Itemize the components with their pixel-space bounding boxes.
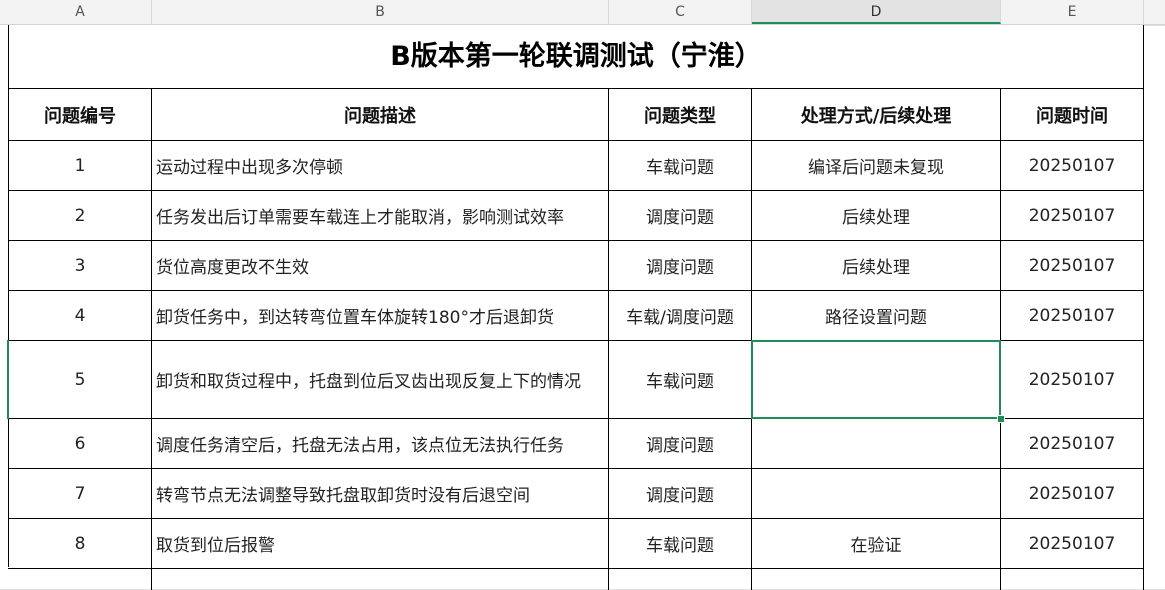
header-issue-description[interactable]: 问题描述	[152, 89, 608, 140]
header-issue-type[interactable]: 问题类型	[609, 89, 751, 140]
cell-type[interactable]: 车载问题	[609, 341, 751, 418]
column-header-a[interactable]: A	[9, 0, 152, 24]
cell-time[interactable]: 20250107	[1001, 191, 1143, 240]
cell-time[interactable]: 20250107	[1001, 341, 1143, 418]
cell-number[interactable]: 8	[9, 519, 151, 568]
cell-description[interactable]: 运动过程中出现多次停顿	[152, 141, 608, 190]
column-header-c[interactable]: C	[609, 0, 752, 24]
fill-handle[interactable]	[997, 415, 1005, 423]
cell-type[interactable]: 车载/调度问题	[609, 291, 751, 340]
cell-description[interactable]: 卸货任务中，到达转弯位置车体旋转180°才后退卸货	[152, 291, 608, 340]
cell-type[interactable]: 调度问题	[609, 191, 751, 240]
cell-handling[interactable]: 在验证	[752, 519, 1000, 568]
cell-number[interactable]: 3	[9, 241, 151, 290]
cell-time[interactable]: 20250107	[1001, 291, 1143, 340]
cell-time[interactable]: 20250107	[1001, 141, 1143, 190]
cell-time[interactable]: 20250107	[1001, 519, 1143, 568]
cell-handling[interactable]: 编译后问题未复现	[752, 141, 1000, 190]
header-issue-number[interactable]: 问题编号	[9, 89, 151, 140]
header-issue-time[interactable]: 问题时间	[1001, 89, 1143, 140]
cell-type[interactable]: 调度问题	[609, 241, 751, 290]
cell-description[interactable]: 转弯节点无法调整导致托盘取卸货时没有后退空间	[152, 469, 608, 518]
cell-description[interactable]: 货位高度更改不生效	[152, 241, 608, 290]
cell-number[interactable]: 5	[9, 341, 151, 418]
cell-description[interactable]: 调度任务清空后，托盘无法占用，该点位无法执行任务	[152, 419, 608, 468]
cell-time[interactable]: 20250107	[1001, 419, 1143, 468]
cell-type[interactable]: 车载问题	[609, 519, 751, 568]
column-header-bar: A B C D E	[0, 0, 1165, 25]
cell-handling[interactable]	[752, 469, 1000, 518]
cell-time[interactable]: 20250107	[1001, 469, 1143, 518]
cell-type[interactable]: 车载问题	[609, 141, 751, 190]
selected-cell-d5[interactable]	[751, 340, 1001, 419]
cell-description[interactable]: 任务发出后订单需要车载连上才能取消，影响测试效率	[152, 191, 608, 240]
cell-number[interactable]: 7	[9, 469, 151, 518]
cell-type[interactable]: 调度问题	[609, 469, 751, 518]
column-header-d[interactable]: D	[752, 0, 1001, 24]
cell-handling[interactable]: 路径设置问题	[752, 291, 1000, 340]
cell-handling[interactable]: 后续处理	[752, 191, 1000, 240]
active-row-marker	[7, 340, 9, 419]
cell-handling[interactable]: 后续处理	[752, 241, 1000, 290]
column-header-b[interactable]: B	[152, 0, 609, 24]
cell-number[interactable]: 2	[9, 191, 151, 240]
cell-handling[interactable]	[752, 419, 1000, 468]
cell-time[interactable]: 20250107	[1001, 241, 1143, 290]
header-handling[interactable]: 处理方式/后续处理	[752, 89, 1000, 140]
cell-number[interactable]: 1	[9, 141, 151, 190]
cell-description[interactable]: 取货到位后报警	[152, 519, 608, 568]
cell-type[interactable]: 调度问题	[609, 419, 751, 468]
cell-number[interactable]: 4	[9, 291, 151, 340]
cell-number[interactable]: 6	[9, 419, 151, 468]
sheet-title[interactable]: B版本第一轮联调测试（宁淮）	[9, 25, 1143, 88]
column-header-e[interactable]: E	[1001, 0, 1144, 24]
cell-description[interactable]: 卸货和取货过程中，托盘到位后叉齿出现反复上下的情况	[152, 341, 608, 418]
